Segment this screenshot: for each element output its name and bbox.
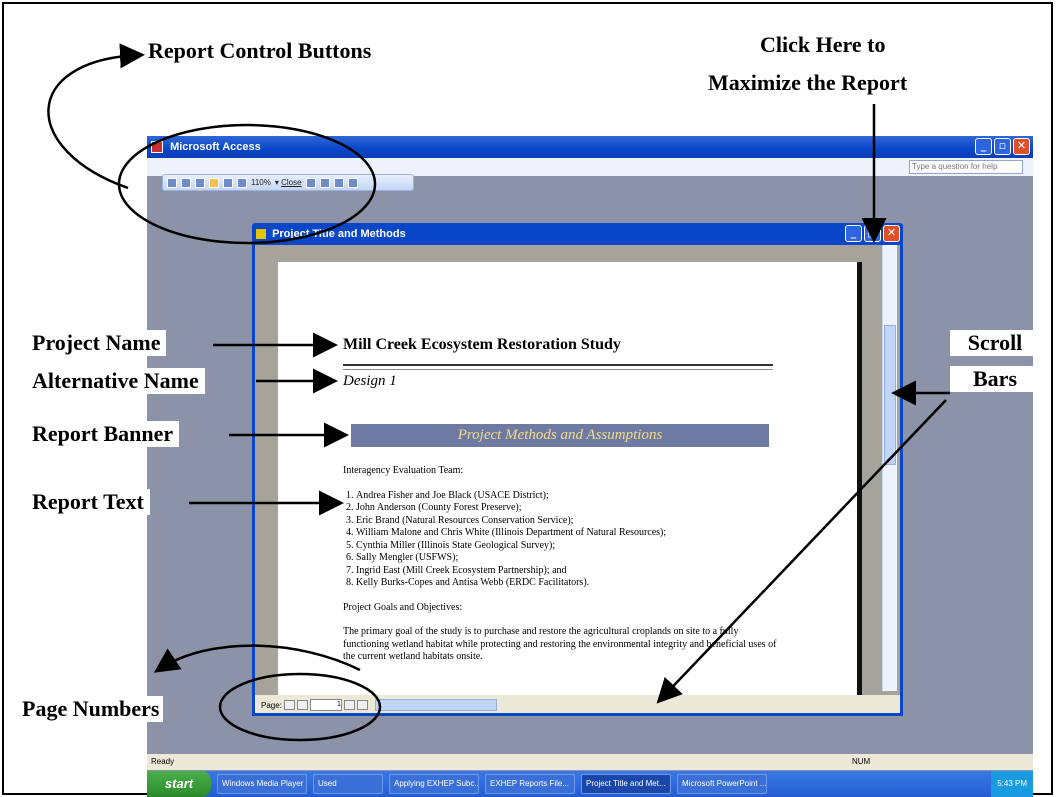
previous-page-button[interactable] xyxy=(296,700,308,710)
access-title-bar: Microsoft Access _ ▫ ✕ xyxy=(147,136,1033,158)
list-item: William Malone and Chris White (Illinois… xyxy=(356,527,783,540)
report-window: Project Title and Methods _ □ ✕ Mill Cre… xyxy=(252,223,903,716)
report-page: Mill Creek Ecosystem Restoration Study D… xyxy=(278,262,862,702)
list-item: John Anderson (County Forest Preserve); xyxy=(356,502,783,515)
print-icon[interactable] xyxy=(181,177,191,188)
one-page-icon[interactable] xyxy=(209,177,219,188)
access-app-icon xyxy=(151,141,163,154)
annotation-report-control-buttons: Report Control Buttons xyxy=(148,38,372,63)
report-close-button[interactable]: ✕ xyxy=(883,225,900,242)
access-minimize-button[interactable]: _ xyxy=(975,138,992,155)
annotation-page-numbers: Page Numbers xyxy=(22,696,164,722)
access-title: Microsoft Access xyxy=(170,141,261,153)
annotation-scroll-line2: Bars xyxy=(950,366,1040,392)
zoom-icon[interactable] xyxy=(195,177,205,188)
list-item: Cynthia Miller (Illinois State Geologica… xyxy=(356,540,783,553)
report-maximize-button[interactable]: □ xyxy=(864,225,881,242)
list-item: Sally Mengler (USFWS); xyxy=(356,552,783,565)
report-text: Interagency Evaluation Team: Andrea Fish… xyxy=(343,465,783,664)
report-preview-area: Mill Creek Ecosystem Restoration Study D… xyxy=(255,245,900,713)
last-page-button[interactable] xyxy=(356,700,368,710)
annotation-alternative-name: Alternative Name xyxy=(32,368,205,394)
office-links-icon[interactable] xyxy=(319,177,330,188)
horizontal-scrollbar[interactable]: Page: 1 xyxy=(255,695,900,713)
annotation-report-text: Report Text xyxy=(32,489,150,515)
database-window-icon[interactable] xyxy=(333,177,344,188)
report-minimize-button[interactable]: _ xyxy=(845,225,862,242)
access-restore-button[interactable]: ▫ xyxy=(994,138,1011,155)
list-item: Andrea Fisher and Joe Black (USACE Distr… xyxy=(356,490,783,503)
horizontal-scroll-thumb[interactable] xyxy=(375,699,497,711)
report-icon xyxy=(256,229,266,240)
taskbar-item-exhep-reports[interactable]: EXHEP Reports File... xyxy=(485,774,575,794)
close-preview-button[interactable]: ▾ Close xyxy=(275,178,302,187)
annotation-scroll-line1: Scroll xyxy=(950,330,1040,356)
system-tray-clock: 5:43 PM xyxy=(991,771,1033,797)
two-pages-icon[interactable] xyxy=(223,177,233,188)
first-page-button[interactable] xyxy=(283,700,295,710)
page-navigator: Page: 1 xyxy=(261,699,368,711)
list-item: Eric Brand (Natural Resources Conservati… xyxy=(356,515,783,528)
list-item: Ingrid East (Mill Creek Ecosystem Partne… xyxy=(356,565,783,578)
list-item: Kelly Burks-Copes and Antisa Webb (ERDC … xyxy=(356,577,783,590)
taskbar-item-used[interactable]: Used xyxy=(313,774,383,794)
status-bar: Ready NUM xyxy=(147,754,1033,770)
team-list: Andrea Fisher and Joe Black (USACE Distr… xyxy=(343,490,783,590)
report-banner: Project Methods and Assumptions xyxy=(351,424,769,447)
help-search-input[interactable]: Type a question for help xyxy=(909,160,1023,174)
page-number-input[interactable]: 1 xyxy=(309,699,342,711)
taskbar: start Windows Media Player Used Applying… xyxy=(147,771,1033,797)
zoom-select[interactable]: 110% xyxy=(251,178,271,187)
taskbar-item-exhep-subc[interactable]: Applying EXHEP Subc... xyxy=(389,774,479,794)
help-icon[interactable] xyxy=(347,177,358,188)
goals-text: The primary goal of the study is to purc… xyxy=(343,626,777,662)
report-title-bar: Project Title and Methods _ □ ✕ xyxy=(252,223,903,245)
multiple-pages-icon[interactable] xyxy=(237,177,247,188)
start-button[interactable]: start xyxy=(147,771,211,797)
access-close-button[interactable]: ✕ xyxy=(1013,138,1030,155)
num-indicator: NUM xyxy=(852,757,871,766)
report-control-toolbar: 110% ▾ Close xyxy=(162,174,414,191)
taskbar-item-powerpoint[interactable]: Microsoft PowerPoint ... xyxy=(677,774,767,794)
goals-heading: Project Goals and Objectives: xyxy=(343,601,463,613)
annotation-maximize-line1: Click Here to xyxy=(760,32,886,57)
taskbar-item-project-title[interactable]: Project Title and Met... xyxy=(581,774,671,794)
team-heading: Interagency Evaluation Team: xyxy=(343,465,464,476)
annotation-project-name: Project Name xyxy=(32,330,167,356)
alternative-name: Design 1 xyxy=(343,373,397,389)
title-rule-thin xyxy=(343,369,773,370)
report-title: Project Title and Methods xyxy=(272,228,406,240)
taskbar-item-media-player[interactable]: Windows Media Player xyxy=(217,774,307,794)
next-page-button[interactable] xyxy=(343,700,355,710)
project-name: Mill Creek Ecosystem Restoration Study xyxy=(343,336,621,353)
vertical-scroll-thumb[interactable] xyxy=(884,325,896,465)
setup-icon[interactable] xyxy=(305,177,316,188)
annotation-report-banner: Report Banner xyxy=(32,421,180,447)
vertical-scrollbar[interactable] xyxy=(882,245,897,691)
page-label: Page: xyxy=(261,700,282,710)
status-text: Ready xyxy=(151,757,175,766)
annotation-maximize-line2: Maximize the Report xyxy=(708,70,908,95)
view-icon[interactable] xyxy=(167,177,177,188)
title-rule xyxy=(343,364,773,366)
